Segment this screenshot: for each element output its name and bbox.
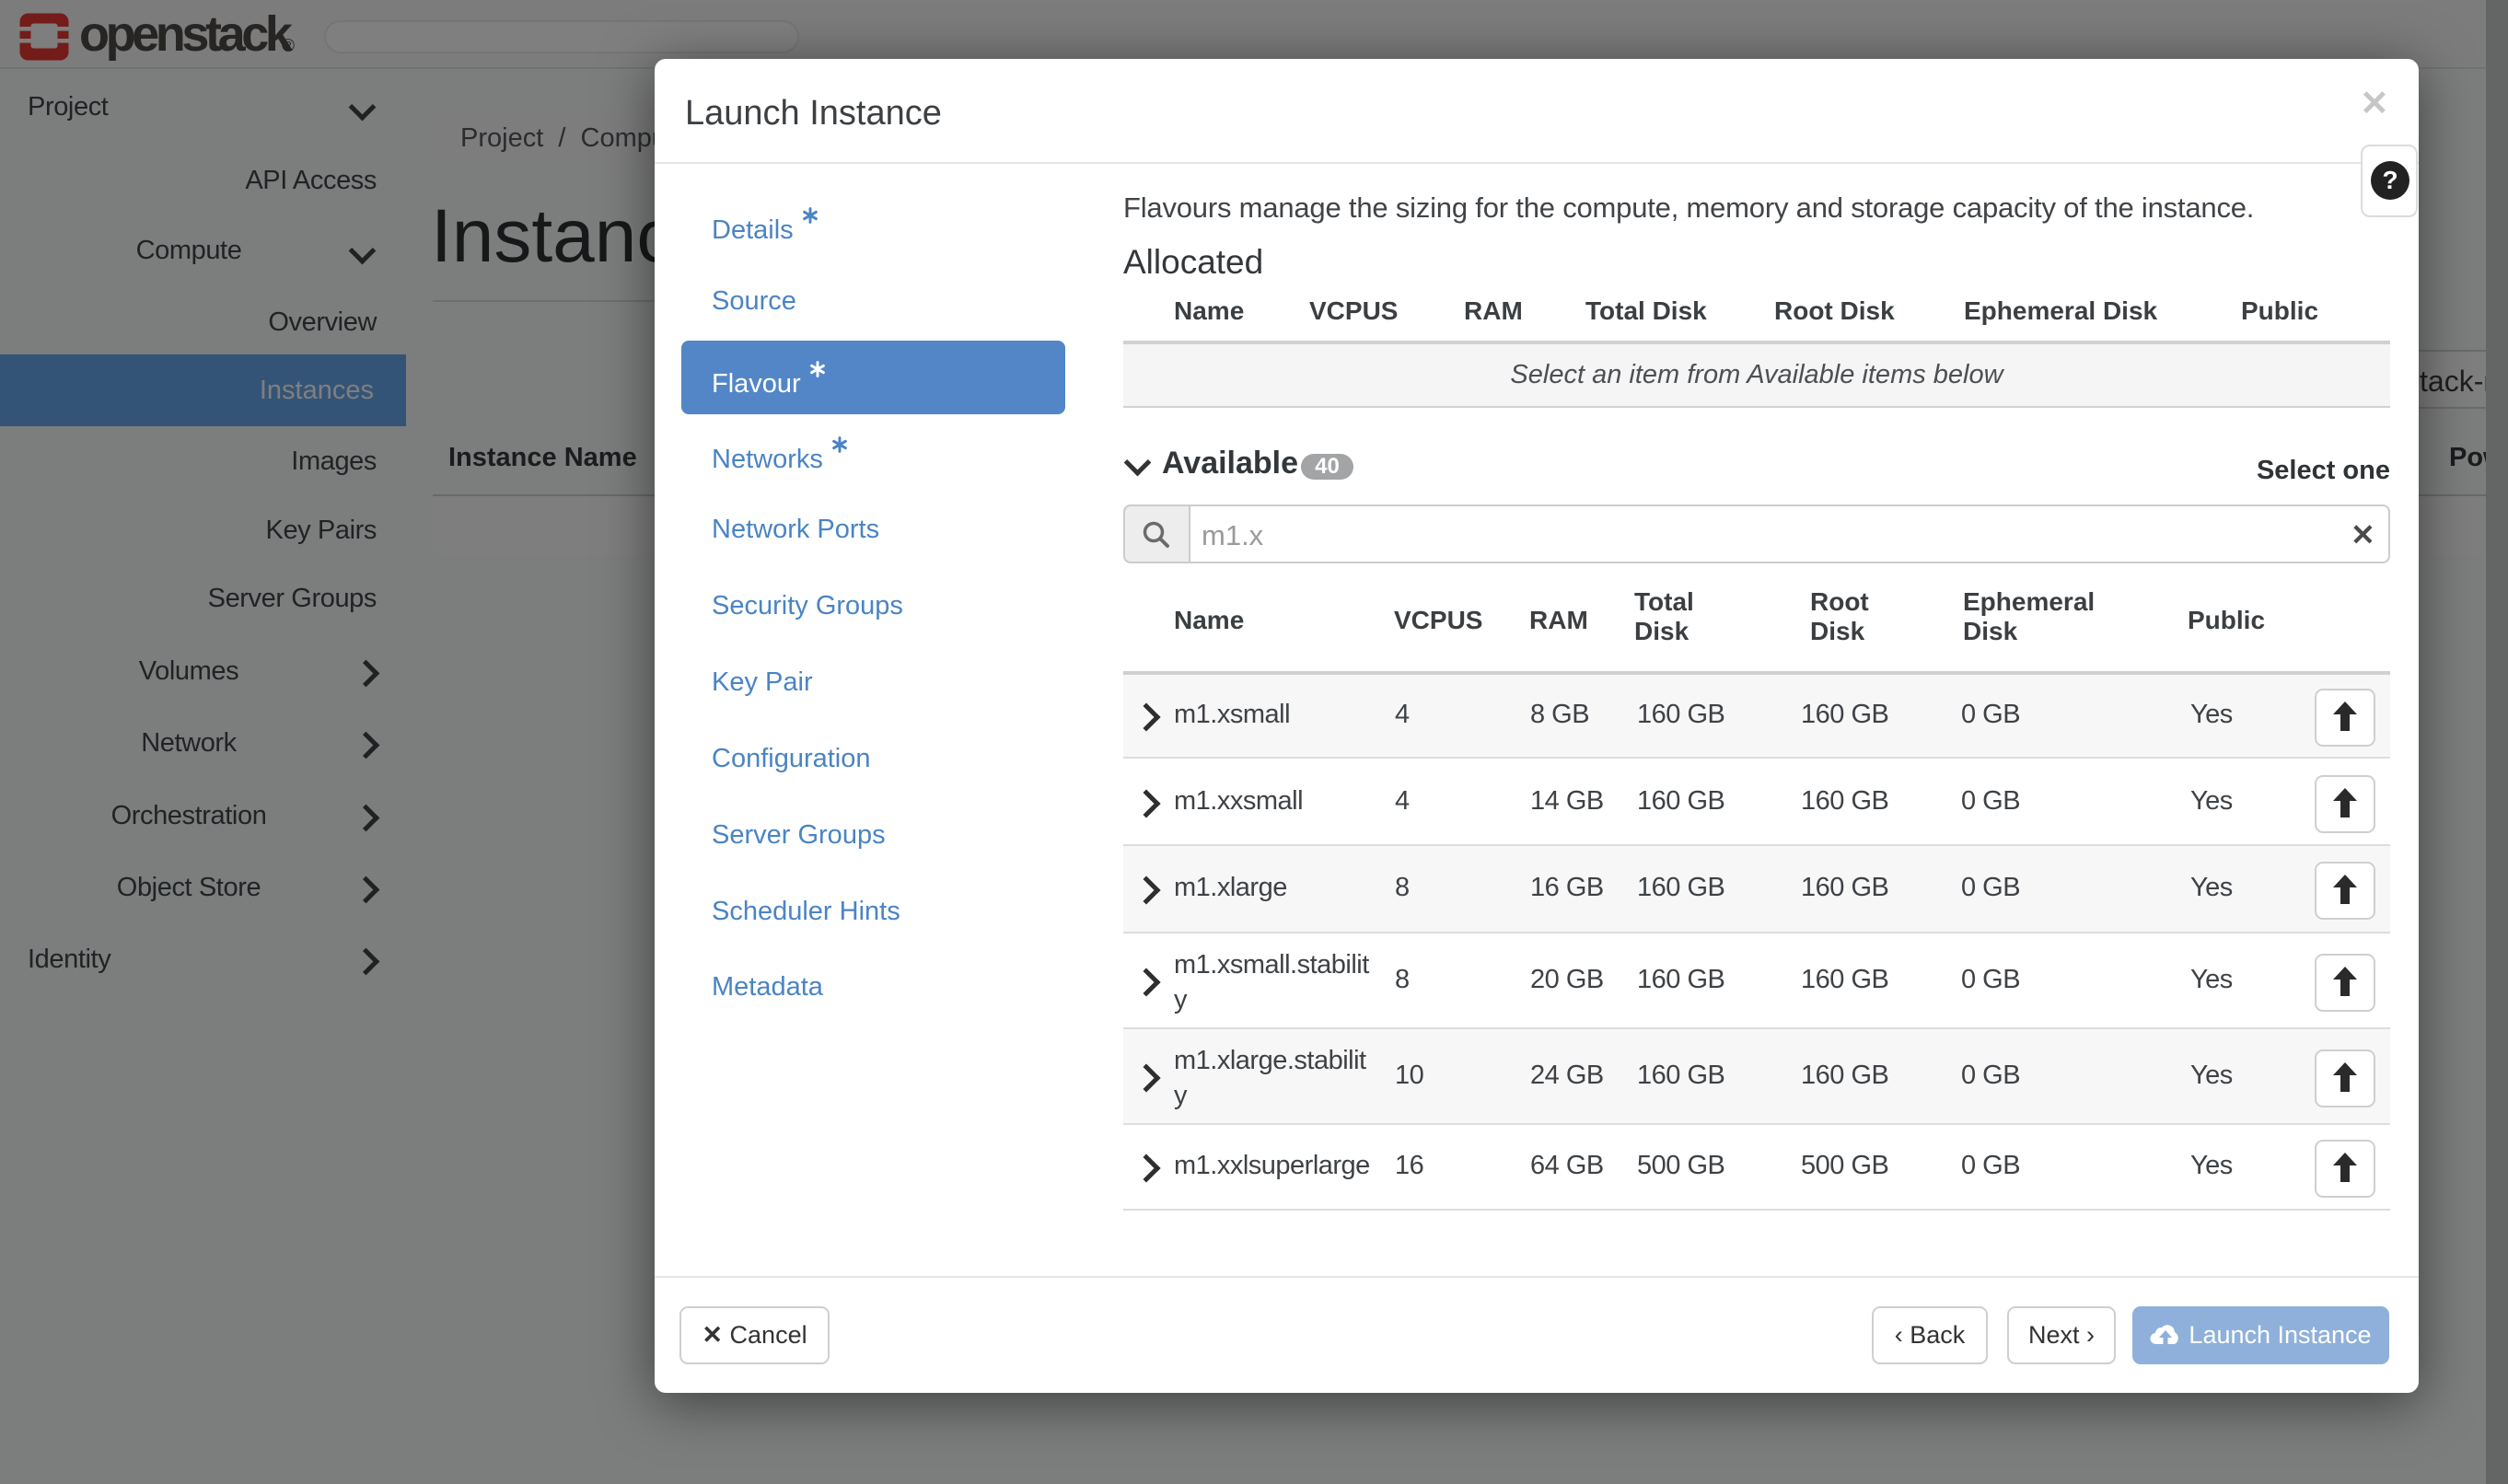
svg-text:?: ? — [2382, 166, 2398, 194]
